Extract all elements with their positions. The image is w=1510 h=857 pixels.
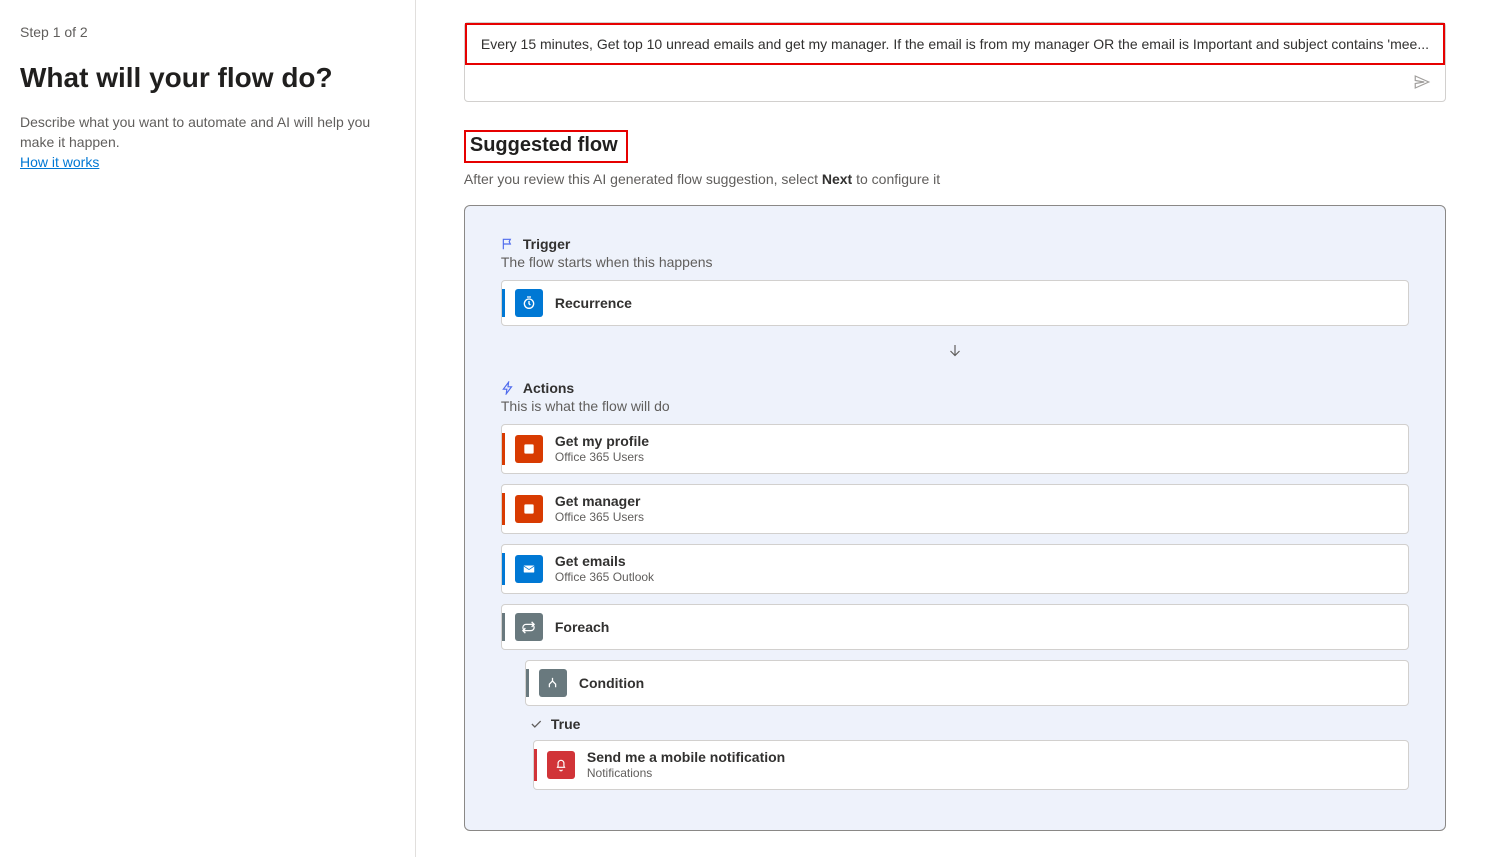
condition-icon — [539, 669, 567, 697]
suggested-flow-subtext: After you review this AI generated flow … — [464, 171, 1446, 187]
lightning-icon — [501, 381, 515, 395]
arrow-down-icon — [501, 342, 1409, 360]
loop-icon — [515, 613, 543, 641]
office-users-icon — [515, 495, 543, 523]
suggested-sub-after: to configure it — [852, 171, 940, 187]
check-icon — [529, 717, 543, 731]
actions-label: Actions — [523, 380, 574, 396]
office-users-icon — [515, 435, 543, 463]
flow-canvas: Trigger The flow starts when this happen… — [464, 205, 1446, 831]
prompt-input[interactable]: Every 15 minutes, Get top 10 unread emai… — [465, 23, 1445, 65]
card-condition[interactable]: Condition — [525, 660, 1409, 706]
send-icon[interactable] — [1413, 73, 1431, 91]
card-notification-subtitle: Notifications — [587, 766, 785, 781]
actions-section-head: Actions — [501, 380, 1409, 396]
outlook-icon — [515, 555, 543, 583]
flag-icon — [501, 237, 515, 251]
card-foreach[interactable]: Foreach — [501, 604, 1409, 650]
card-get-emails-title: Get emails — [555, 553, 654, 570]
suggested-sub-bold: Next — [822, 171, 852, 187]
card-get-emails-subtitle: Office 365 Outlook — [555, 570, 654, 585]
condition-true-branch: True — [529, 716, 1409, 732]
page-title: What will your flow do? — [20, 62, 395, 94]
trigger-label: Trigger — [523, 236, 570, 252]
step-label: Step 1 of 2 — [20, 24, 395, 40]
card-get-manager-subtitle: Office 365 Users — [555, 510, 644, 525]
actions-subtext: This is what the flow will do — [501, 398, 1409, 414]
prompt-box: Every 15 minutes, Get top 10 unread emai… — [464, 22, 1446, 102]
trigger-subtext: The flow starts when this happens — [501, 254, 1409, 270]
how-it-works-link[interactable]: How it works — [20, 154, 99, 170]
card-get-profile-title: Get my profile — [555, 433, 649, 450]
clock-icon — [515, 289, 543, 317]
trigger-section-head: Trigger — [501, 236, 1409, 252]
right-pane: Every 15 minutes, Get top 10 unread emai… — [416, 0, 1510, 857]
card-get-profile[interactable]: Get my profile Office 365 Users — [501, 424, 1409, 474]
card-notification[interactable]: Send me a mobile notification Notificati… — [533, 740, 1409, 790]
card-recurrence-title: Recurrence — [555, 295, 632, 312]
card-foreach-title: Foreach — [555, 619, 609, 636]
true-label: True — [551, 716, 581, 732]
card-get-manager-title: Get manager — [555, 493, 644, 510]
suggested-flow-heading: Suggested flow — [464, 130, 628, 163]
suggested-sub-before: After you review this AI generated flow … — [464, 171, 822, 187]
card-condition-title: Condition — [579, 675, 644, 692]
left-pane: Step 1 of 2 What will your flow do? Desc… — [0, 0, 416, 857]
card-recurrence[interactable]: Recurrence — [501, 280, 1409, 326]
card-get-manager[interactable]: Get manager Office 365 Users — [501, 484, 1409, 534]
card-get-emails[interactable]: Get emails Office 365 Outlook — [501, 544, 1409, 594]
card-notification-title: Send me a mobile notification — [587, 749, 785, 766]
bell-icon — [547, 751, 575, 779]
page-description: Describe what you want to automate and A… — [20, 112, 395, 152]
card-get-profile-subtitle: Office 365 Users — [555, 450, 649, 465]
